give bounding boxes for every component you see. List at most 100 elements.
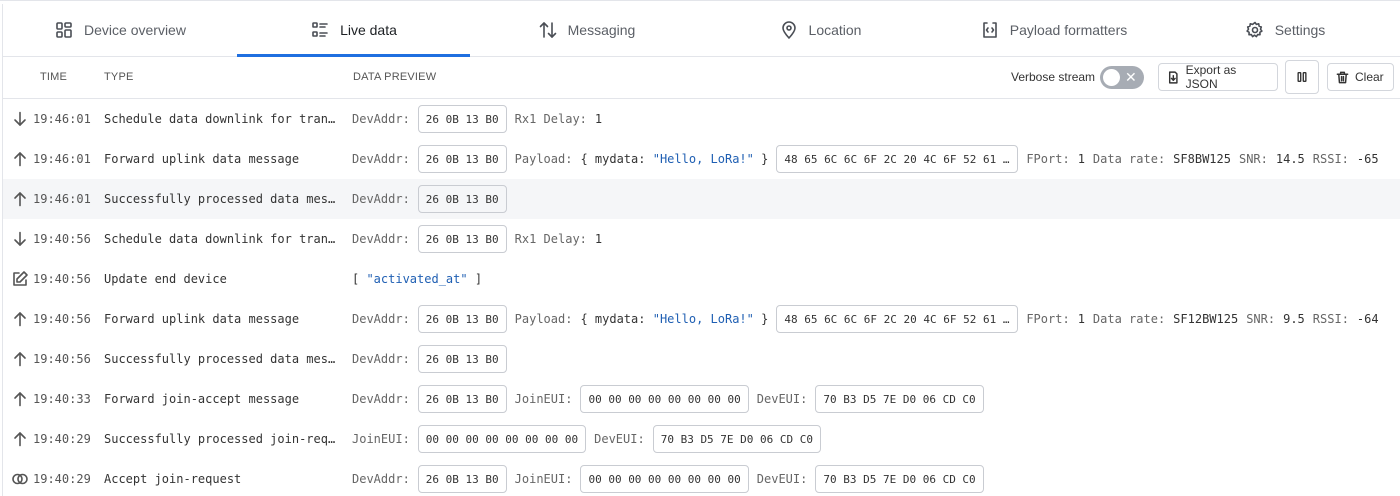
event-list: 19:46:01 Schedule data downlink for tran……	[3, 99, 1400, 496]
value-chip[interactable]: 70 B3 D5 7E D0 06 CD C0	[652, 425, 822, 453]
clear-label: Clear	[1355, 70, 1384, 84]
value-chip[interactable]: 26 0B 13 B0	[417, 345, 507, 373]
arrow-up-icon	[11, 190, 29, 208]
tab-label: Settings	[1274, 22, 1326, 38]
field-label: DevEUI:	[756, 392, 808, 406]
field-label: SNR:	[1246, 312, 1276, 326]
value-chip[interactable]: 00 00 00 00 00 00 00 00	[417, 425, 587, 453]
field-label: Data rate:	[1092, 152, 1166, 166]
field-label: JoinEUI:	[514, 392, 573, 406]
value-chip[interactable]: 00 00 00 00 00 00 00 00	[580, 385, 749, 413]
event-row[interactable]: 19:46:01 Successfully processed data mes……	[3, 179, 1400, 219]
event-row[interactable]: 19:40:29 Accept join-request DevAddr: 26 0B…	[3, 459, 1400, 496]
event-row[interactable]: 19:40:56 Successfully processed data mes……	[3, 339, 1400, 379]
event-row[interactable]: 19:40:56 Forward uplink data message DevAd…	[3, 299, 1400, 339]
rx1-delay-value: 1	[594, 232, 603, 246]
tab-label: Live data	[340, 22, 397, 38]
fport-value: 1	[1077, 152, 1085, 166]
event-type: Forward uplink data message	[104, 312, 300, 326]
event-type: Successfully processed join-req…	[104, 432, 336, 446]
export-file-icon	[1168, 70, 1178, 84]
event-row[interactable]: 19:46:01 Forward uplink data message DevAd…	[3, 139, 1400, 179]
tab-payload-formatters[interactable]: Payload formatters	[937, 4, 1170, 56]
payload-key: mydata:	[594, 312, 646, 326]
event-time: 19:46:01	[33, 152, 91, 166]
value-chip[interactable]: 26 0B 13 B0	[417, 305, 507, 333]
brace-open: {	[580, 152, 595, 166]
edit-icon	[11, 270, 29, 288]
field-label: JoinEUI:	[352, 432, 410, 446]
event-type: Forward join-accept message	[104, 392, 300, 406]
event-time: 19:40:33	[33, 392, 91, 406]
export-json-button[interactable]: Export as JSON	[1158, 63, 1278, 91]
value-chip[interactable]: 26 0B 13 B0	[417, 145, 507, 173]
event-type: Update end device	[104, 272, 227, 286]
data-preview: DevAddr: 26 0B 13 B0 Rx1 Delay: 1	[352, 105, 602, 133]
arrow-up-icon	[11, 310, 29, 328]
tab-bar: Device overview Live data Messaging Loca…	[3, 4, 1400, 57]
value-chip[interactable]: 26 0B 13 B0	[417, 385, 507, 413]
payload-json: { mydata: "Hello, LoRa!" }	[580, 312, 768, 326]
field-label: DevAddr:	[352, 472, 410, 486]
event-row[interactable]: 19:40:33 Forward join-accept message DevAd…	[3, 379, 1400, 419]
data-preview: DevAddr: 26 0B 13 B0	[352, 345, 507, 373]
brace-close: }	[753, 312, 769, 326]
column-time: TIME	[40, 71, 68, 83]
event-row[interactable]: 19:40:29 Successfully processed join-req……	[3, 419, 1400, 459]
tab-live-data[interactable]: Live data	[237, 4, 470, 57]
field-label: Payload:	[514, 312, 573, 326]
field-label: FPort:	[1026, 152, 1070, 166]
event-row[interactable]: 19:40:56 Schedule data downlink for tran……	[3, 219, 1400, 259]
value-chip[interactable]: 26 0B 13 B0	[417, 185, 507, 213]
data-preview: DevAddr: 26 0B 13 B0 JoinEUI: 00 00 00 00 0…	[352, 465, 984, 493]
brace-close: }	[753, 152, 769, 166]
value-chip[interactable]: 26 0B 13 B0	[417, 105, 507, 133]
verbose-stream-toggle[interactable]: ✕	[1100, 66, 1144, 89]
field-label: Rx1 Delay:	[514, 112, 587, 126]
value-chip[interactable]: 70 B3 D5 7E D0 06 CD C0	[815, 465, 984, 493]
value-chip[interactable]: 70 B3 D5 7E D0 06 CD C0	[815, 385, 984, 413]
field-label: JoinEUI:	[514, 472, 573, 486]
tab-device-overview[interactable]: Device overview	[3, 4, 237, 56]
updated-fields: [ "activated_at" ]	[352, 272, 483, 286]
event-time: 19:40:29	[33, 432, 91, 446]
value-chip[interactable]: 26 0B 13 B0	[417, 465, 507, 493]
field-label: DevAddr:	[352, 232, 410, 246]
value-chip[interactable]: 00 00 00 00 00 00 00 00	[580, 465, 749, 493]
value-chip[interactable]: 26 0B 13 B0	[417, 225, 507, 253]
value-chip[interactable]: 48 65 6C 6C 6F 2C 20 4C 6F 52 61 21…	[776, 145, 1019, 173]
event-row[interactable]: 19:40:56 Update end device [ "activated_at…	[3, 259, 1400, 299]
tab-location[interactable]: Location	[703, 4, 937, 56]
data-preview: DevAddr: 26 0B 13 B0	[352, 185, 507, 213]
event-row[interactable]: 19:46:01 Schedule data downlink for tran……	[3, 99, 1400, 139]
event-type: Successfully processed data mes…	[104, 192, 336, 206]
data-preview: DevAddr: 26 0B 13 B0 Payload: { mydata: "He…	[352, 305, 1379, 333]
close-icon: ✕	[1125, 69, 1137, 85]
tab-settings[interactable]: Settings	[1170, 4, 1400, 56]
link-icon	[11, 470, 29, 488]
field-label: DevAddr:	[352, 352, 410, 366]
brace-open: {	[580, 312, 595, 326]
arrow-up-icon	[11, 350, 29, 368]
export-json-label: Export as JSON	[1185, 63, 1237, 91]
event-time: 19:40:56	[33, 352, 91, 366]
pause-icon	[1297, 72, 1307, 82]
tab-label: Payload formatters	[1009, 22, 1128, 38]
data-preview: DevAddr: 26 0B 13 B0 JoinEUI: 00 00 00 00 0…	[352, 385, 984, 413]
event-type: Schedule data downlink for tran…	[104, 112, 336, 126]
tab-label: Device overview	[84, 22, 186, 38]
field-label: SNR:	[1238, 152, 1268, 166]
event-time: 19:40:29	[33, 472, 91, 486]
snr-value: 9.5	[1283, 312, 1305, 326]
column-type: TYPE	[104, 71, 134, 83]
value-chip[interactable]: 48 65 6C 6C 6F 2C 20 4C 6F 52 61 21…	[776, 305, 1019, 333]
payload-key: mydata:	[594, 152, 646, 166]
event-type: Schedule data downlink for tran…	[104, 232, 336, 246]
tab-messaging[interactable]: Messaging	[470, 4, 703, 56]
code-file-icon	[982, 22, 997, 38]
gear-icon	[1246, 21, 1263, 38]
pause-button[interactable]	[1285, 60, 1319, 94]
field-label: RSSI:	[1312, 312, 1349, 326]
clear-button[interactable]: Clear	[1327, 63, 1394, 91]
field-label: DevAddr:	[352, 392, 410, 406]
